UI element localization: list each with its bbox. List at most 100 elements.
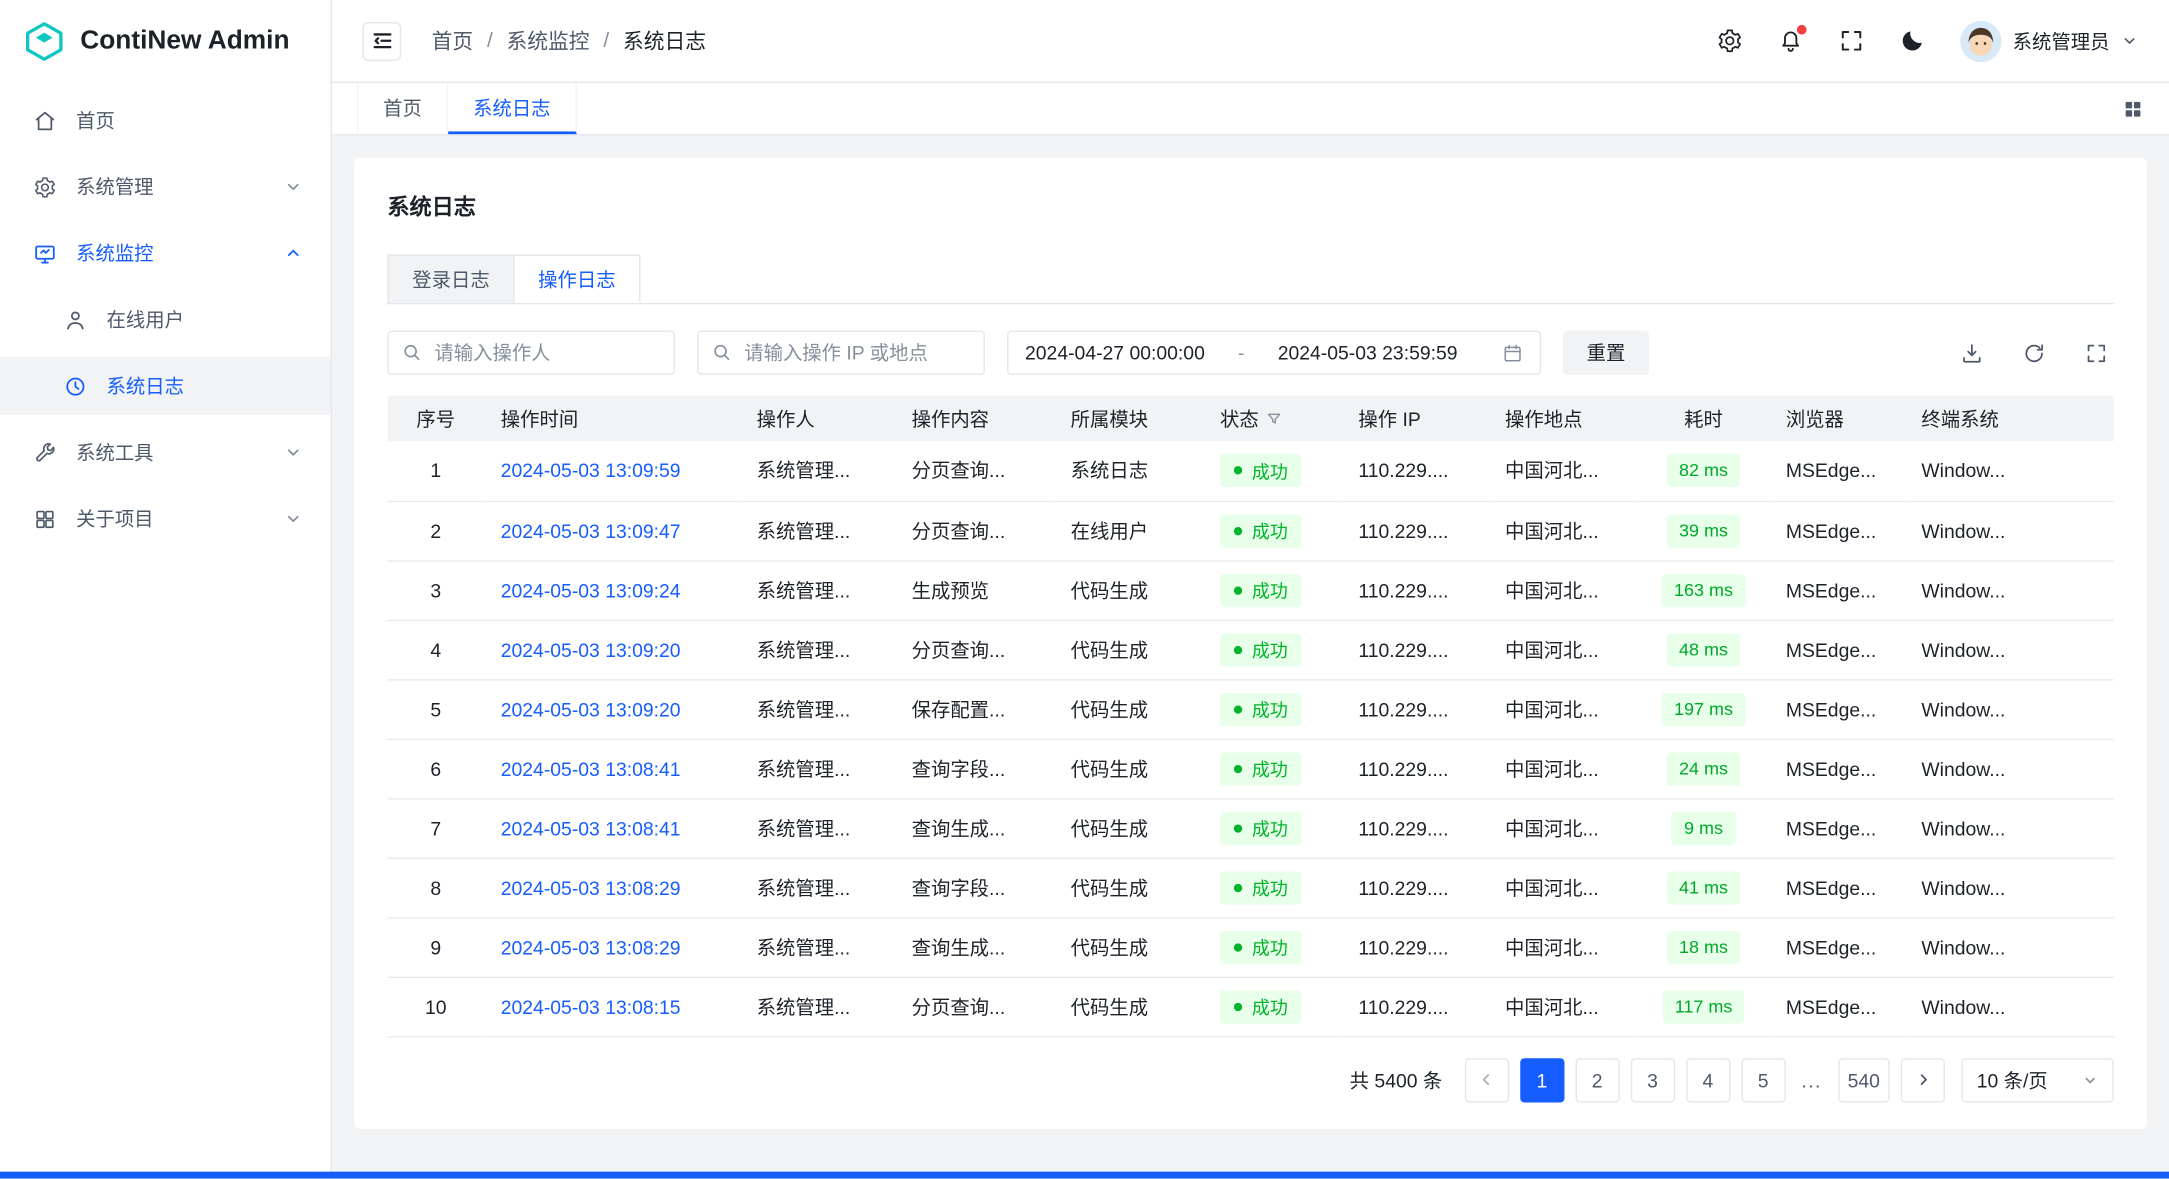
breadcrumb-system-monitoring[interactable]: 系统监控 <box>507 26 590 55</box>
breadcrumb-home[interactable]: 首页 <box>432 26 474 55</box>
tab-home[interactable]: 首页 <box>357 83 448 134</box>
filter-bar: 2024-04-27 00:00:00 - 2024-05-03 23:59:5… <box>387 331 2113 375</box>
sidebar-item-system-logs[interactable]: 系统日志 <box>0 357 331 415</box>
tab-system-logs[interactable]: 系统日志 <box>448 83 577 134</box>
row-index-cell: 6 <box>387 739 484 798</box>
status-filter-icon[interactable] <box>1266 410 1283 427</box>
status-badge: 成功 <box>1220 990 1302 1023</box>
page-size-select[interactable]: 10 条/页 <box>1962 1058 2114 1102</box>
operator-cell: 系统管理... <box>740 620 895 679</box>
menu-fold-icon <box>370 29 394 53</box>
download-icon[interactable] <box>1960 341 1984 365</box>
sidebar-item-system-tools[interactable]: 系统工具 <box>0 423 331 481</box>
breadcrumb: 首页 / 系统监控 / 系统日志 <box>432 26 706 55</box>
page-button-3[interactable]: 3 <box>1630 1058 1674 1102</box>
sidebar-item-about-project[interactable]: 关于项目 <box>0 490 331 548</box>
browser-cell: MSEdge... <box>1769 501 1905 560</box>
page-button-1[interactable]: 1 <box>1520 1058 1564 1102</box>
page-button-last[interactable]: 540 <box>1838 1058 1890 1102</box>
os-cell: Window... <box>1905 917 2114 976</box>
pagination-ellipsis[interactable]: ... <box>1796 1069 1826 1091</box>
operation-time-link[interactable]: 2024-05-03 13:08:15 <box>501 995 681 1017</box>
operator-search-input[interactable] <box>387 331 675 375</box>
location-cell: 中国河北... <box>1488 679 1637 738</box>
notifications-button[interactable] <box>1778 28 1804 54</box>
user-menu[interactable]: 系统管理员 <box>1960 20 2138 61</box>
tab-login-logs[interactable]: 登录日志 <box>387 255 514 303</box>
table-row: 4 2024-05-03 13:09:20 系统管理... 分页查询... 代码… <box>387 620 2113 679</box>
operation-time-link[interactable]: 2024-05-03 13:09:24 <box>501 579 681 601</box>
page-button-2[interactable]: 2 <box>1575 1058 1619 1102</box>
refresh-icon[interactable] <box>2022 341 2046 365</box>
page-button-4[interactable]: 4 <box>1686 1058 1730 1102</box>
operation-time-link[interactable]: 2024-05-03 13:09:59 <box>501 460 681 482</box>
status-badge: 成功 <box>1220 454 1302 487</box>
page-button-5[interactable]: 5 <box>1741 1058 1785 1102</box>
table-row: 6 2024-05-03 13:08:41 系统管理... 查询字段... 代码… <box>387 739 2113 798</box>
dark-mode-moon-icon[interactable] <box>1899 28 1925 54</box>
date-range-picker[interactable]: 2024-04-27 00:00:00 - 2024-05-03 23:59:5… <box>1007 331 1541 375</box>
status-badge: 成功 <box>1220 692 1302 725</box>
operator-cell: 系统管理... <box>740 560 895 619</box>
os-cell: Window... <box>1905 679 2114 738</box>
operation-time-link[interactable]: 2024-05-03 13:09:20 <box>501 638 681 660</box>
cost-badge: 39 ms <box>1667 514 1741 547</box>
browser-cell: MSEdge... <box>1769 917 1905 976</box>
content-cell: 保存配置... <box>895 679 1054 738</box>
content-cell: 分页查询... <box>895 501 1054 560</box>
sidebar-item-online-users[interactable]: 在线用户 <box>0 290 331 348</box>
header-actions: 系统管理员 <box>1717 20 2139 61</box>
status-dot-icon <box>1234 883 1242 891</box>
cost-badge: 197 ms <box>1662 692 1746 725</box>
operation-time-link[interactable]: 2024-05-03 13:08:41 <box>501 817 681 839</box>
fullscreen-icon[interactable] <box>1838 28 1864 54</box>
cost-badge: 9 ms <box>1672 811 1736 844</box>
col-header-module: 所属模块 <box>1054 396 1203 442</box>
prev-page-button[interactable] <box>1464 1058 1508 1102</box>
date-separator: - <box>1238 342 1244 364</box>
sidebar-item-home[interactable]: 首页 <box>0 91 331 149</box>
menu-fold-button[interactable] <box>362 21 401 60</box>
pagination: 共 5400 条 1 2 3 4 5 ... 540 <box>387 1058 2113 1102</box>
tab-grid-menu-icon[interactable] <box>2122 98 2144 120</box>
username: 系统管理员 <box>2013 27 2110 55</box>
content-cell: 查询字段... <box>895 739 1054 798</box>
chevron-down-icon <box>284 177 303 196</box>
grid-icon <box>33 507 57 531</box>
module-cell: 代码生成 <box>1054 560 1203 619</box>
status-dot-icon <box>1234 526 1242 534</box>
reset-button[interactable]: 重置 <box>1563 331 1649 375</box>
status-badge: 成功 <box>1220 573 1302 606</box>
table-body: 1 2024-05-03 13:09:59 系统管理... 分页查询... 系统… <box>387 441 2113 1036</box>
settings-gear-icon[interactable] <box>1717 28 1743 54</box>
app-logo[interactable]: ContiNew Admin <box>0 0 331 83</box>
user-icon <box>64 308 88 332</box>
browser-cell: MSEdge... <box>1769 560 1905 619</box>
status-badge: 成功 <box>1220 811 1302 844</box>
table-header: 序号 操作时间 操作人 操作内容 所属模块 状态 操作 IP 操作地点 <box>387 396 2113 442</box>
sidebar-item-system-management[interactable]: 系统管理 <box>0 158 331 216</box>
sidebar-item-system-monitoring[interactable]: 系统监控 <box>0 224 331 282</box>
ip-search-input[interactable] <box>697 331 985 375</box>
browser-cell: MSEdge... <box>1769 441 1905 500</box>
ip-cell: 110.229.... <box>1342 441 1489 500</box>
operation-time-link[interactable]: 2024-05-03 13:09:20 <box>501 698 681 720</box>
tab-operation-logs[interactable]: 操作日志 <box>515 255 641 303</box>
operation-time-link[interactable]: 2024-05-03 13:09:47 <box>501 519 681 541</box>
table-row: 8 2024-05-03 13:08:29 系统管理... 查询字段... 代码… <box>387 858 2113 917</box>
operation-time-link[interactable]: 2024-05-03 13:08:41 <box>501 757 681 779</box>
location-cell: 中国河北... <box>1488 858 1637 917</box>
next-page-button[interactable] <box>1901 1058 1945 1102</box>
sidebar-item-label: 系统日志 <box>107 372 303 400</box>
operation-time-link[interactable]: 2024-05-03 13:08:29 <box>501 936 681 958</box>
table-fullscreen-icon[interactable] <box>2085 341 2109 365</box>
chevron-down-icon <box>284 509 303 528</box>
table-row: 7 2024-05-03 13:08:41 系统管理... 查询生成... 代码… <box>387 798 2113 857</box>
ip-cell: 110.229.... <box>1342 739 1489 798</box>
col-header-location: 操作地点 <box>1488 396 1637 442</box>
operation-time-link[interactable]: 2024-05-03 13:08:29 <box>501 876 681 898</box>
page-size-value: 10 条/页 <box>1977 1066 2048 1094</box>
module-cell: 代码生成 <box>1054 739 1203 798</box>
chevron-down-icon <box>2082 1071 2099 1088</box>
wrench-icon <box>33 441 57 465</box>
